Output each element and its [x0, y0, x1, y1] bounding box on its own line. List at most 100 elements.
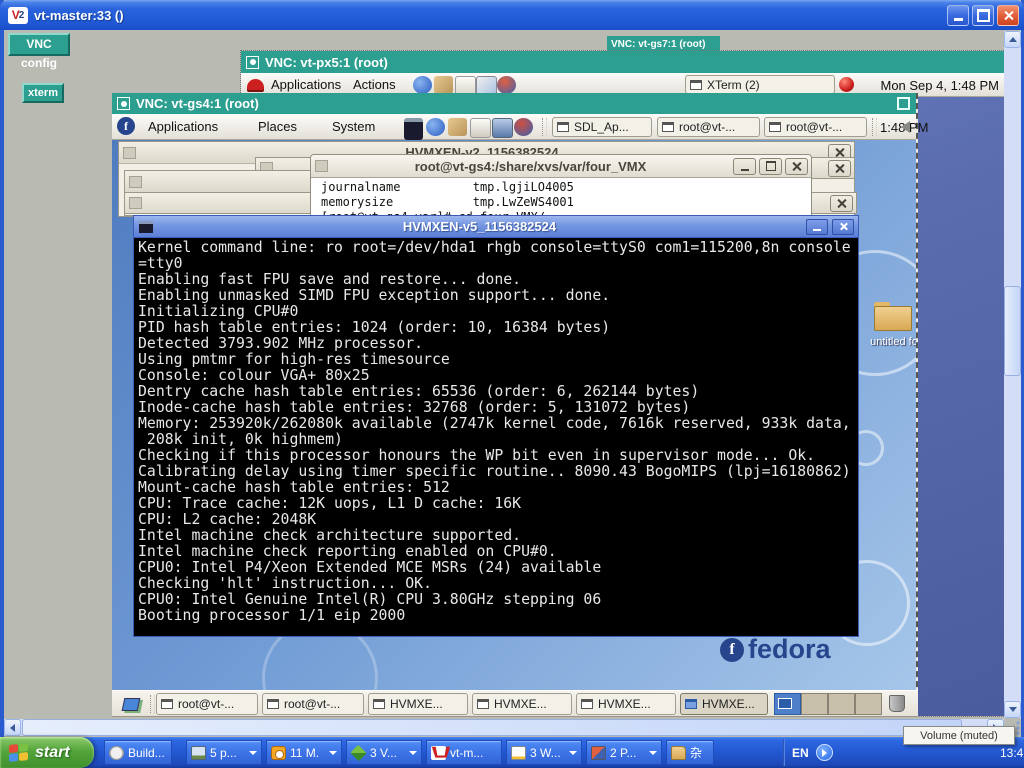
px5-clock[interactable]: Mon Sep 4, 1:48 PM: [880, 78, 999, 93]
vnc-px5-titlebar[interactable]: VNC: vt-px5:1 (root): [241, 51, 1007, 73]
gs4-window-button-2[interactable]: root@vt-...: [262, 693, 364, 715]
taskbar-button-label: Build...: [128, 746, 165, 760]
horizontal-scroll-thumb[interactable]: [22, 719, 962, 736]
workspace-2[interactable]: [801, 693, 828, 715]
gs4-task-root2[interactable]: root@vt-...: [764, 117, 867, 137]
gs4-window-button-3-label: HVMXE...: [390, 697, 443, 711]
window-icon: [373, 699, 385, 709]
minimize-button[interactable]: [733, 158, 756, 175]
vt-master-titlebar[interactable]: V2 vt-master:33 (): [0, 0, 1024, 30]
taskbar-group-button[interactable]: 11 M.: [266, 740, 342, 765]
show-desktop-icon: [122, 698, 141, 711]
chevron-down-icon: [249, 751, 257, 755]
hvmxen-v5-terminal-window: HVMXEN-v5_1156382524 Kernel command line…: [133, 215, 859, 637]
gs4-window-button-5[interactable]: HVMXE...: [576, 693, 676, 715]
workspace-switcher[interactable]: [774, 693, 882, 715]
fedora-f-icon: f: [720, 638, 744, 662]
network-launcher-icon[interactable]: [514, 118, 533, 136]
mail-launcher-icon[interactable]: [448, 118, 467, 136]
desktop-folder-label[interactable]: untitled fo: [854, 336, 916, 348]
four-vmx-titlebar[interactable]: root@vt-gs4:/share/xvs/var/four_VMX: [311, 155, 811, 178]
globe-launcher-icon[interactable]: [497, 76, 516, 94]
background-window-titlebar[interactable]: [125, 171, 335, 193]
maximize-button[interactable]: [759, 158, 782, 175]
show-desktop-button[interactable]: [116, 694, 146, 714]
gs4-window-button-6-active[interactable]: HVMXE...: [680, 693, 768, 715]
vnc-gs4-titlebar[interactable]: VNC: vt-gs4:1 (root): [112, 93, 916, 114]
browser-launcher-icon[interactable]: [426, 118, 445, 136]
gs4-window-button-6-label: HVMXE...: [702, 697, 755, 711]
language-indicator[interactable]: EN: [792, 746, 809, 760]
gs4-menu-applications[interactable]: Applications: [148, 119, 218, 134]
close-button[interactable]: [785, 158, 808, 175]
start-button[interactable]: start: [0, 737, 94, 768]
app-icon: [109, 746, 124, 760]
vertical-scrollbar[interactable]: [1004, 31, 1021, 718]
minimize-button[interactable]: [806, 219, 828, 235]
panel-separator: [542, 118, 547, 136]
gs4-menu-places[interactable]: Places: [258, 119, 297, 134]
close-button[interactable]: [832, 219, 854, 235]
px5-taskbar-xterm-button[interactable]: XTerm (2): [685, 75, 835, 94]
four-vmx-terminal-output[interactable]: journalname tmp.lgjiLO4005 memorysize tm…: [311, 178, 811, 218]
minimize-button[interactable]: [947, 5, 969, 26]
vnc-config-button[interactable]: VNC config: [8, 33, 70, 56]
maximize-icon: [766, 161, 776, 171]
hvmxen-v5-title: HVMXEN-v5_1156382524: [153, 219, 806, 234]
workspace-1-active[interactable]: [774, 693, 801, 715]
close-button[interactable]: [830, 195, 853, 212]
gs4-menu-system[interactable]: System: [332, 119, 375, 134]
taskbar-group-button[interactable]: 2 P...: [586, 740, 662, 765]
tray-clock[interactable]: 13:49: [1000, 746, 1024, 760]
workspace-3[interactable]: [828, 693, 855, 715]
gs4-task-root1[interactable]: root@vt-...: [657, 117, 760, 137]
gs4-window-button-1[interactable]: root@vt-...: [156, 693, 258, 715]
redhat-menu-icon[interactable]: [247, 79, 264, 90]
fedora-menu-icon[interactable]: f: [117, 117, 135, 135]
gs4-window-button-4[interactable]: HVMXE...: [472, 693, 572, 715]
px5-menu-actions[interactable]: Actions: [353, 77, 396, 92]
close-button[interactable]: [997, 5, 1019, 26]
hvmxen-v5-terminal-output[interactable]: Kernel command line: ro root=/dev/hda1 r…: [134, 238, 858, 636]
close-button[interactable]: [828, 160, 851, 177]
window-menu-icon[interactable]: [897, 97, 910, 110]
panel-separator: [872, 118, 877, 136]
trash-icon[interactable]: [889, 695, 905, 712]
gs4-task-sdl[interactable]: SDL_Ap...: [552, 117, 652, 137]
screenshot-launcher-icon[interactable]: [492, 118, 513, 138]
scroll-down-button[interactable]: [1004, 701, 1021, 718]
taskbar-button-build[interactable]: Build...: [104, 740, 172, 765]
taskbar-group-button[interactable]: 3 V...: [346, 740, 422, 765]
taskbar-button-folder[interactable]: 杂: [666, 740, 714, 765]
gs4-window-button-3[interactable]: HVMXE...: [368, 693, 468, 715]
show-hidden-icons-button[interactable]: [816, 744, 833, 761]
taskbar-group-button[interactable]: 5 p...: [186, 740, 262, 765]
taskbar-button-label: vt-m...: [450, 746, 483, 760]
px5-menu-applications[interactable]: Applications: [271, 77, 341, 92]
start-label: start: [35, 744, 70, 762]
desktop-folder-icon[interactable]: [874, 302, 912, 332]
minimize-icon: [741, 169, 749, 171]
vertical-scroll-thumb[interactable]: [1004, 286, 1021, 376]
taskbar-button-vt-master[interactable]: vt-m...: [426, 740, 502, 765]
notepad-app-icon: [511, 746, 526, 760]
taskbar-button-label: 5 p...: [210, 746, 237, 760]
taskbar-group-button[interactable]: 3 W...: [506, 740, 582, 765]
editor-launcher-icon[interactable]: [470, 118, 491, 138]
horizontal-scrollbar[interactable]: [4, 719, 1004, 736]
browser-launcher-icon[interactable]: [413, 76, 432, 94]
xterm-button[interactable]: xterm: [22, 83, 64, 103]
close-icon: [791, 161, 802, 172]
vnc-app-icon: V2: [8, 7, 28, 24]
hvmxen-v5-titlebar[interactable]: HVMXEN-v5_1156382524: [134, 216, 858, 238]
scroll-up-button[interactable]: [1004, 31, 1021, 48]
alert-ball-icon[interactable]: [839, 77, 854, 92]
mail-launcher-icon[interactable]: [434, 76, 453, 94]
four-vmx-terminal-window: root@vt-gs4:/share/xvs/var/four_VMX jour…: [310, 154, 812, 218]
scroll-left-button[interactable]: [4, 719, 21, 736]
window-icon: [685, 699, 697, 709]
maximize-button[interactable]: [972, 5, 994, 26]
workspace-4[interactable]: [855, 693, 882, 715]
volume-icon[interactable]: [901, 121, 910, 133]
terminal-launcher-icon[interactable]: [404, 118, 423, 140]
